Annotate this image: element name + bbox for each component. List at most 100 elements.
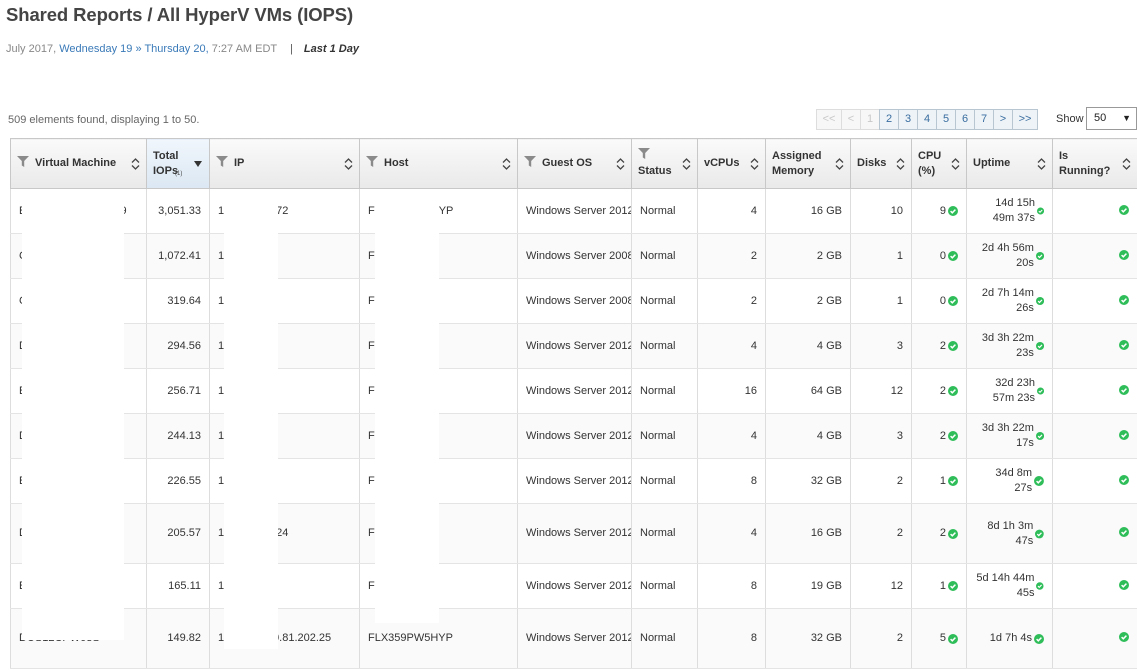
last-page-button[interactable]: >> [1012,109,1038,130]
col-header-vcpus[interactable]: vCPUs [697,138,766,189]
cpu-value: 1 [939,579,946,592]
guest-os-cell: Windows Server 2008 R2 Enterprise [517,233,632,279]
vm-table: Virtual Machine Total IOPs (1) IP Host G… [10,138,1137,669]
uptime-value: 32d 23h 57m 23s [992,377,1035,404]
sort-icon[interactable] [896,157,905,170]
check-circle-icon [1036,582,1044,590]
table-row[interactable]: D294.561 15F YPWindows Server 2012 R2 St… [10,323,1137,369]
iops-cell: 3,051.33 [146,188,210,234]
check-circle-icon [948,296,958,306]
cpu-cell: 0 [911,278,967,324]
table-row[interactable]: D205.571 5, 1 33, 1 24F YPWindows Server… [10,503,1137,564]
sort-icon[interactable] [750,157,759,170]
page-4-button[interactable]: 4 [917,109,937,130]
filter-icon[interactable] [638,148,650,159]
status-cell: Normal [631,323,698,369]
check-circle-icon [948,476,958,486]
date-start-link[interactable]: Wednesday 19 [59,43,132,55]
date-separator: » [135,43,142,55]
memory-cell: 64 GB [765,368,851,414]
col-header-status[interactable]: Status [631,138,698,189]
is-running-cell [1052,278,1137,324]
check-circle-icon [1119,579,1129,590]
filter-icon[interactable] [524,156,536,167]
page-6-button[interactable]: 6 [955,109,975,130]
cpu-value: 9 [939,204,946,217]
col-header-guest-os[interactable]: Guest OS [517,138,632,189]
is-running-cell [1052,503,1137,564]
table-row[interactable]: EPP1CTTW51GOL093,051.3310.189.28.172FLX3… [10,188,1137,234]
table-row[interactable]: C319.641F YPWindows Server 2008 R2 Enter… [10,278,1137,324]
page-5-button[interactable]: 5 [936,109,956,130]
guest-os-cell: Windows Server 2012 R2 Datacenter [517,503,632,564]
col-header-total-iops[interactable]: Total IOPs (1) [146,138,210,189]
filter-icon[interactable] [366,156,378,167]
guest-os-cell: Windows Server 2012 R2 Standard [517,188,632,234]
sort-icon[interactable] [502,157,511,170]
guest-os-cell: Windows Server 2012 R2 Standard [517,368,632,414]
prev-page-button[interactable]: < [841,109,861,130]
status-cell: Normal [631,278,698,324]
col-header-virtual-machine[interactable]: Virtual Machine [10,138,147,189]
uptime-cell: 3d 3h 22m 17s [966,413,1053,459]
page-7-button[interactable]: 7 [974,109,994,130]
sort-icon[interactable] [344,157,353,170]
sort-descending-icon[interactable] [194,160,202,167]
col-header-uptime[interactable]: Uptime [966,138,1053,189]
vcpus-cell: 4 [697,188,766,234]
is-running-cell [1052,188,1137,234]
sort-icon[interactable] [1122,157,1131,170]
disks-cell: 12 [850,368,912,414]
page-2-button[interactable]: 2 [879,109,899,130]
col-header-ip[interactable]: IP [209,138,360,189]
col-header-cpu[interactable]: CPU (%) [911,138,967,189]
page-size-select[interactable]: 50 ▼ [1086,107,1137,130]
uptime-value: 1d 7h 4s [989,632,1032,644]
uptime-value: 34d 8m 27s [995,467,1033,494]
result-count: 509 elements found, displaying 1 to 50. [8,114,200,126]
sort-icon[interactable] [1037,157,1046,170]
col-header-assigned-memory[interactable]: Assigned Memory [765,138,851,189]
col-header-is-running[interactable]: Is Running? [1052,138,1137,189]
sort-icon[interactable] [616,157,625,170]
table-row[interactable]: D244.131 16F YPWindows Server 2012 R2 St… [10,413,1137,459]
uptime-cell: 2d 7h 14m 26s [966,278,1053,324]
page-1-button[interactable]: 1 [860,109,880,130]
cpu-value: 5 [939,632,946,644]
is-running-cell [1052,608,1137,669]
table-row[interactable]: E 2165.111 11F YPWindows Server 2012 R2 … [10,563,1137,609]
first-page-button[interactable]: << [816,109,842,130]
uptime-cell: 5d 14h 44m 45s [966,563,1053,609]
filter-icon[interactable] [216,156,228,167]
table-row[interactable]: DUS12CPW03S149.821 6, 1 34, 10.81.202.25… [10,608,1137,669]
cpu-cell: 1 [911,458,967,504]
table-row[interactable]: E256.711 4F YPWindows Server 2012 R2 Sta… [10,368,1137,414]
cpu-cell: 2 [911,503,967,564]
redaction-mask [375,203,439,623]
check-circle-icon [1035,251,1044,261]
col-header-disks[interactable]: Disks [850,138,912,189]
cpu-cell: 1 [911,563,967,609]
check-circle-icon [1119,429,1129,440]
date-end-link[interactable]: Thursday 20, [144,43,208,55]
sort-icon[interactable] [835,157,844,170]
table-row[interactable]: C1,072.411F YPWindows Server 2008 R2 Ent… [10,233,1137,279]
uptime-cell: 2d 4h 56m 20s [966,233,1053,279]
page-size-label: Show [1056,113,1084,125]
next-page-button[interactable]: > [993,109,1013,130]
col-header-host[interactable]: Host [359,138,518,189]
check-circle-icon [1034,633,1044,644]
uptime-cell: 14d 15h 49m 37s [966,188,1053,234]
sort-icon[interactable] [951,157,960,170]
table-row[interactable]: E226.551 8F YPWindows Server 2012 R2 Sta… [10,458,1137,504]
memory-cell: 32 GB [765,458,851,504]
sort-icon[interactable] [682,157,691,170]
redaction-mask [22,203,124,640]
iops-cell: 256.71 [146,368,210,414]
divider: | [290,43,293,55]
time-range[interactable]: Last 1 Day [304,43,359,55]
filter-icon[interactable] [17,156,29,167]
iops-cell: 1,072.41 [146,233,210,279]
page-3-button[interactable]: 3 [898,109,918,130]
sort-icon[interactable] [131,157,140,170]
